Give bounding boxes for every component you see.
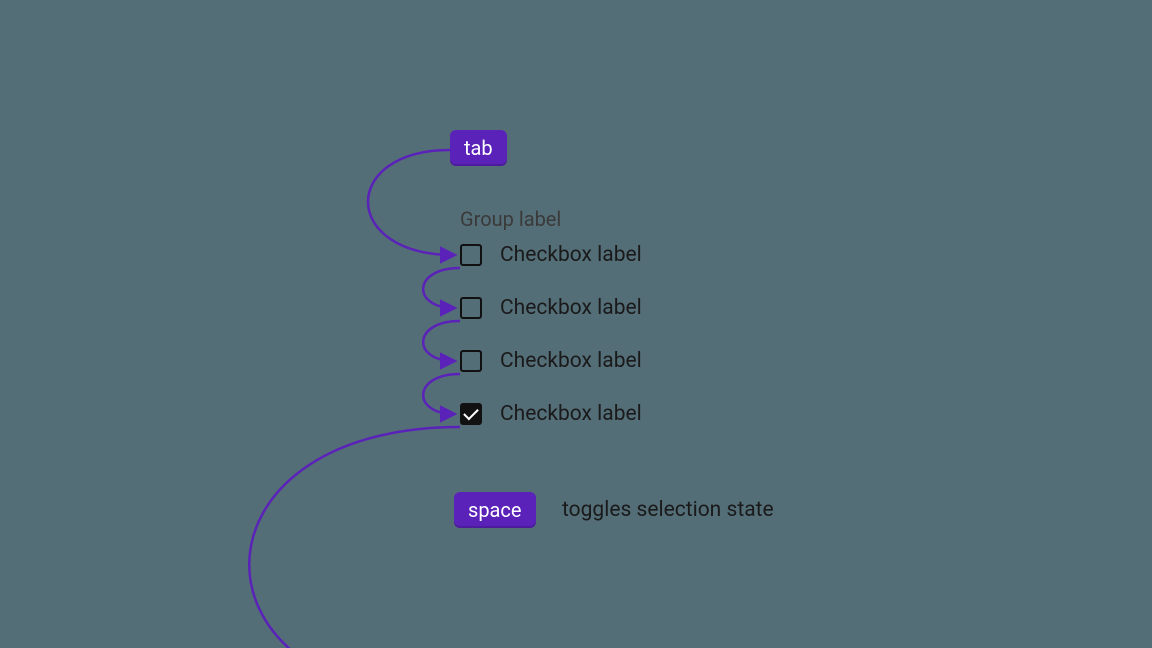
checkbox-label: Checkbox label [500, 296, 642, 320]
checkbox-row: Checkbox label [460, 296, 642, 320]
space-key: space [454, 492, 536, 528]
checkbox-icon[interactable] [460, 403, 482, 425]
checkbox-row: Checkbox label [460, 402, 642, 426]
group-label: Group label [460, 207, 561, 231]
diagram-stage: tab Group label Checkbox label Checkbox … [0, 0, 1152, 648]
checkbox-icon[interactable] [460, 244, 482, 266]
checkbox-icon[interactable] [460, 350, 482, 372]
space-description: toggles selection state [562, 498, 774, 522]
checkbox-row: Checkbox label [460, 349, 642, 373]
checkbox-row: Checkbox label [460, 243, 642, 267]
tab-key: tab [450, 130, 507, 166]
checkbox-label: Checkbox label [500, 243, 642, 267]
checkbox-label: Checkbox label [500, 402, 642, 426]
check-icon [463, 405, 479, 421]
checkbox-label: Checkbox label [500, 349, 642, 373]
flow-arrows [0, 0, 1152, 648]
checkbox-icon[interactable] [460, 297, 482, 319]
